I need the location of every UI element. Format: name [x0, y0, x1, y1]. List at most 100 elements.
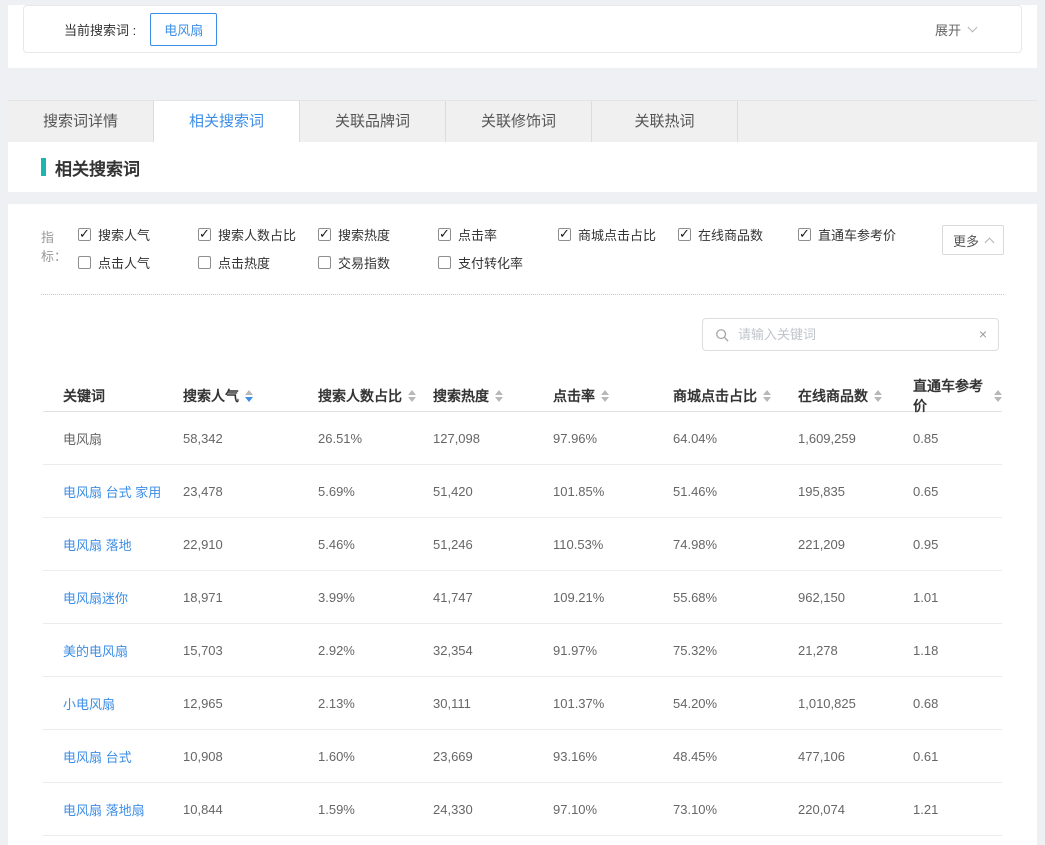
sort-icon[interactable]: [874, 390, 882, 402]
metric-option-label: 搜索人数占比: [218, 225, 296, 244]
metric-option-5[interactable]: 在线商品数: [678, 226, 798, 242]
value-cell: 73.10%: [673, 802, 798, 817]
metrics-label: 指标：: [41, 227, 78, 265]
value-cell: 74.98%: [673, 537, 798, 552]
metric-option-9[interactable]: 交易指数: [318, 254, 438, 270]
value-cell: 51.46%: [673, 484, 798, 499]
keyword-cell[interactable]: 电风扇 台式 家用: [43, 482, 183, 501]
column-header-label: 直通车参考价: [913, 376, 988, 416]
clear-icon[interactable]: ×: [979, 326, 987, 343]
metric-option-2[interactable]: 搜索热度: [318, 226, 438, 242]
value-cell: 1.21: [913, 802, 1002, 817]
value-cell: 101.85%: [553, 484, 673, 499]
sort-icon[interactable]: [994, 390, 1002, 402]
metric-option-1[interactable]: 搜索人数占比: [198, 226, 318, 242]
table-row: 电风扇 落地22,9105.46%51,246110.53%74.98%221,…: [43, 518, 1002, 571]
tab-related-hot-terms[interactable]: 关联热词: [592, 101, 738, 142]
value-cell: 54.20%: [673, 696, 798, 711]
keyword-cell[interactable]: 小电风扇: [43, 694, 183, 713]
column-header-label: 搜索人气: [183, 386, 239, 406]
value-cell: 127,098: [433, 431, 553, 446]
value-cell: 32,354: [433, 643, 553, 658]
value-cell: 22,910: [183, 537, 318, 552]
value-cell: 1.18: [913, 643, 1002, 658]
value-cell: 477,106: [798, 749, 913, 764]
keyword-cell[interactable]: 美的电风扇: [43, 641, 183, 660]
checkbox-checked-icon[interactable]: [78, 228, 91, 241]
column-header-4[interactable]: 点击率: [553, 386, 673, 406]
tab-related-brand-terms[interactable]: 关联品牌词: [300, 101, 446, 142]
checkbox-checked-icon[interactable]: [438, 228, 451, 241]
value-cell: 24,330: [433, 802, 553, 817]
tab-bar: 搜索词详情相关搜索词关联品牌词关联修饰词关联热词: [8, 100, 1037, 142]
checkbox-unchecked-icon[interactable]: [438, 256, 451, 269]
tab-related-search-terms[interactable]: 相关搜索词: [154, 101, 300, 142]
table-row: 小电风扇12,9652.13%30,111101.37%54.20%1,010,…: [43, 677, 1002, 730]
table-header-row: 关键词搜索人气搜索人数占比搜索热度点击率商城点击占比在线商品数直通车参考价: [43, 376, 1002, 412]
tab-related-modifier-terms[interactable]: 关联修饰词: [446, 101, 592, 142]
table-row: 电风扇 台式 家用23,4785.69%51,420101.85%51.46%1…: [43, 465, 1002, 518]
checkbox-unchecked-icon[interactable]: [318, 256, 331, 269]
keyword-cell: 电风扇: [43, 429, 183, 448]
keyword-cell[interactable]: 电风扇 落地: [43, 535, 183, 554]
current-search-term-button[interactable]: 电风扇: [150, 13, 217, 46]
value-cell: 195,835: [798, 484, 913, 499]
checkbox-checked-icon[interactable]: [198, 228, 211, 241]
expand-toggle[interactable]: 展开: [935, 20, 976, 39]
metric-option-3[interactable]: 点击率: [438, 226, 558, 242]
value-cell: 41,747: [433, 590, 553, 605]
metric-option-7[interactable]: 点击人气: [78, 254, 198, 270]
sort-icon[interactable]: [495, 390, 503, 402]
current-search-term-bar: 当前搜索词 : 电风扇 展开: [23, 5, 1022, 53]
chevron-down-icon: [968, 23, 978, 33]
current-search-term-label: 当前搜索词 :: [64, 20, 136, 39]
metric-option-6[interactable]: 直通车参考价: [798, 226, 918, 242]
column-header-2[interactable]: 搜索人数占比: [318, 386, 433, 406]
metric-option-8[interactable]: 点击热度: [198, 254, 318, 270]
keyword-cell[interactable]: 电风扇 落地扇: [43, 800, 183, 819]
checkbox-checked-icon[interactable]: [678, 228, 691, 241]
more-label: 更多: [953, 231, 979, 250]
content-panel: 相关搜索词 指标： 搜索人气搜索人数占比搜索热度点击率商城点击占比在线商品数直通…: [8, 142, 1037, 845]
tab-search-term-detail[interactable]: 搜索词详情: [8, 101, 154, 142]
value-cell: 109.21%: [553, 590, 673, 605]
more-button[interactable]: 更多: [942, 225, 1004, 255]
metric-option-label: 点击热度: [218, 253, 270, 272]
keyword-cell[interactable]: 电风扇迷你: [43, 588, 183, 607]
keyword-cell[interactable]: 电风扇 台式: [43, 747, 183, 766]
spacer: [8, 68, 1037, 100]
value-cell: 0.85: [913, 431, 1002, 446]
column-header-3[interactable]: 搜索热度: [433, 386, 553, 406]
value-cell: 21,278: [798, 643, 913, 658]
metric-option-10[interactable]: 支付转化率: [438, 254, 558, 270]
metric-option-4[interactable]: 商城点击占比: [558, 226, 678, 242]
value-cell: 2.13%: [318, 696, 433, 711]
metric-option-label: 直通车参考价: [818, 225, 896, 244]
value-cell: 93.16%: [553, 749, 673, 764]
sort-icon[interactable]: [763, 390, 771, 402]
sort-icon[interactable]: [601, 390, 609, 402]
value-cell: 55.68%: [673, 590, 798, 605]
column-header-1[interactable]: 搜索人气: [183, 386, 318, 406]
column-header-7[interactable]: 直通车参考价: [913, 376, 1002, 416]
value-cell: 10,844: [183, 802, 318, 817]
checkbox-checked-icon[interactable]: [318, 228, 331, 241]
checkbox-unchecked-icon[interactable]: [198, 256, 211, 269]
sort-icon[interactable]: [408, 390, 416, 402]
metric-option-label: 点击率: [458, 225, 497, 244]
sort-icon[interactable]: [245, 390, 253, 402]
value-cell: 962,150: [798, 590, 913, 605]
column-header-label: 搜索热度: [433, 386, 489, 406]
metric-option-0[interactable]: 搜索人气: [78, 226, 198, 242]
checkbox-unchecked-icon[interactable]: [78, 256, 91, 269]
section-header: 相关搜索词: [8, 142, 1037, 192]
metric-option-label: 搜索热度: [338, 225, 390, 244]
value-cell: 51,420: [433, 484, 553, 499]
column-header-6[interactable]: 在线商品数: [798, 386, 913, 406]
checkbox-checked-icon[interactable]: [558, 228, 571, 241]
keyword-search-input[interactable]: [729, 327, 998, 342]
column-header-5[interactable]: 商城点击占比: [673, 386, 798, 406]
checkbox-checked-icon[interactable]: [798, 228, 811, 241]
value-cell: 0.61: [913, 749, 1002, 764]
section-divider: [8, 192, 1037, 204]
